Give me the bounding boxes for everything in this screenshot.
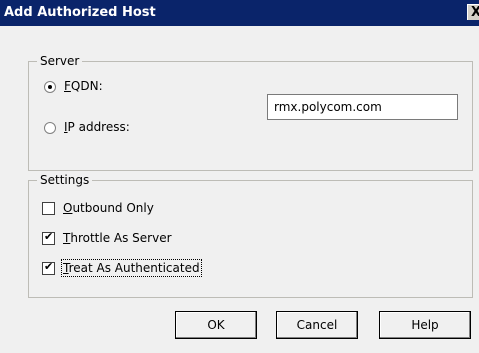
server-group-legend: Server [37,54,83,68]
cancel-button[interactable]: Cancel [276,311,358,339]
outbound-only-checkbox[interactable] [42,202,55,215]
close-button[interactable]: X [467,4,479,20]
dialog-body: Server FQDN: IP address: Settings Outbou… [0,26,479,353]
fqdn-label[interactable]: FQDN: [64,79,103,93]
treat-as-authenticated-label[interactable]: Treat As Authenticated [61,259,202,277]
host-address-input[interactable] [267,94,458,120]
throttle-as-server-label[interactable]: Throttle As Server [63,231,172,245]
settings-group-legend: Settings [37,173,93,187]
dialog-title: Add Authorized Host [4,5,156,20]
help-button[interactable]: Help [379,311,471,339]
outbound-only-label[interactable]: Outbound Only [63,201,154,215]
add-authorized-host-dialog: Add Authorized Host X Server FQDN: IP ad… [0,0,479,353]
ok-button[interactable]: OK [175,311,257,339]
fqdn-radio[interactable] [44,81,56,93]
close-icon: X [471,5,479,20]
title-bar: Add Authorized Host X [0,0,479,26]
ip-address-label[interactable]: IP address: [64,120,130,134]
ip-address-radio[interactable] [44,122,56,134]
treat-as-authenticated-checkbox[interactable] [42,260,55,275]
throttle-as-server-checkbox[interactable] [42,230,55,245]
